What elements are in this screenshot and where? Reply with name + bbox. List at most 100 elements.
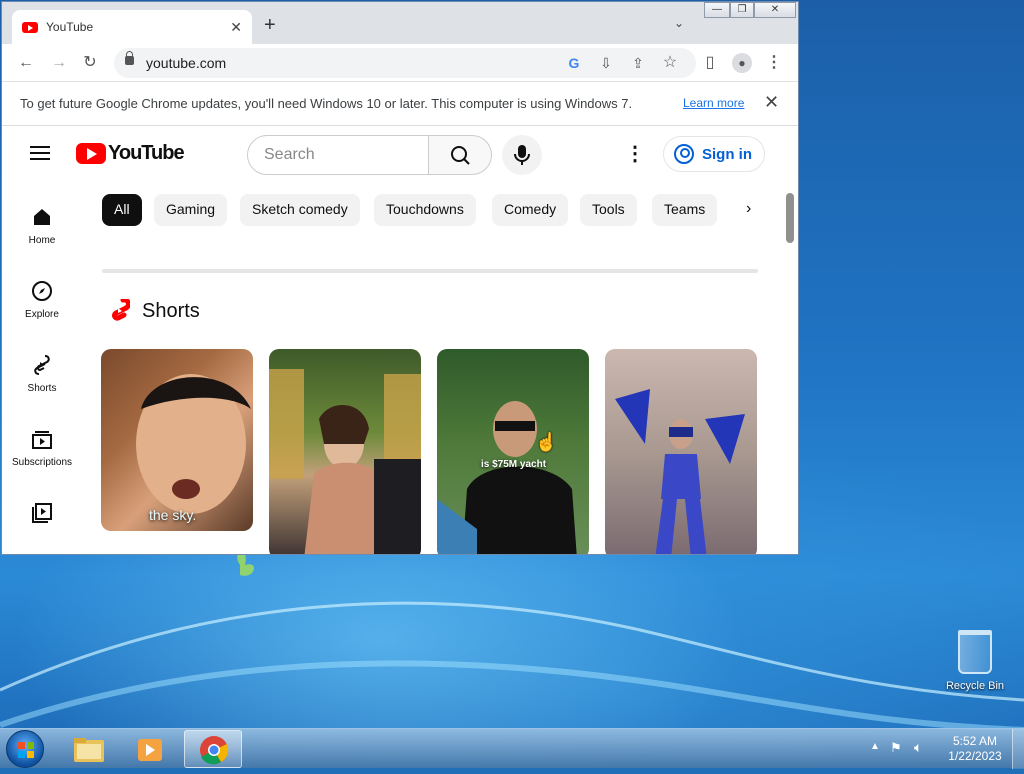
bookmark-star-icon[interactable]: ☆ [660,53,680,73]
recycle-bin-label: Recycle Bin [945,680,1005,692]
tab-title: YouTube [46,20,94,34]
start-button[interactable] [6,730,44,768]
short-thumbnail-image [269,369,421,554]
search-input[interactable]: Search [247,135,429,175]
sign-in-button[interactable]: Sign in [663,136,765,172]
install-app-icon[interactable]: ⇩ [596,53,616,73]
settings-menu-icon[interactable]: ⋮ [624,143,646,167]
tab-youtube[interactable]: YouTube ✕ [12,10,252,44]
clock-date: 1/22/2023 [948,749,1002,763]
sidebar-item-subscriptions[interactable]: Subscriptions [2,427,82,468]
shorts-title: Shorts [142,299,200,322]
back-icon[interactable]: ← [16,53,36,73]
tab-close-icon[interactable]: ✕ [230,19,242,36]
youtube-page: YouTube Search ⋮ Sign in Home Explore Sh… [2,127,798,554]
shorts-icon [30,353,54,377]
window-close-button[interactable]: ✕ [754,2,796,18]
infobar-close-icon[interactable]: ✕ [764,92,779,113]
chip-gaming[interactable]: Gaming [154,194,228,226]
search-icon [451,146,470,165]
folder-icon [74,738,104,762]
sidebar-label-home: Home [28,235,56,246]
share-icon[interactable]: ⇪ [628,53,648,73]
youtube-favicon-icon [22,21,38,33]
recycle-bin[interactable]: Recycle Bin [940,630,1010,692]
wallpaper-swoosh [0,551,1024,730]
chip-comedy[interactable]: Comedy [492,194,569,226]
chip-touchdowns[interactable]: Touchdowns [374,194,476,226]
chip-sketch-comedy[interactable]: Sketch comedy [240,194,360,226]
compass-icon [30,279,54,303]
taskbar-chrome-button[interactable] [184,730,242,768]
section-divider [102,269,758,273]
sign-in-label: Sign in [702,145,752,163]
clock-time: 5:52 AM [952,734,998,748]
chips-next-chevron-icon[interactable]: › [746,200,751,218]
voice-search-button[interactable] [502,135,542,175]
system-tray: ▲ ⚑ 🔈︎ 5:52 AM 1/22/2023 [866,729,1024,769]
media-player-icon [138,739,162,761]
lock-icon [125,51,134,65]
shorts-logo-icon [112,299,130,321]
short-thumbnail[interactable] [605,349,757,554]
chip-all[interactable]: All [102,194,142,226]
minimize-button[interactable]: — [704,2,730,18]
update-infobar: To get future Google Chrome updates, you… [2,82,798,126]
chrome-window: YouTube ✕ + ⌄ — ❐ ✕ ← → ↻ youtube.com G … [1,1,799,555]
short-thumbnail-image [437,401,577,554]
show-desktop-button[interactable] [1012,729,1024,769]
youtube-play-icon [76,143,106,164]
account-icon [674,144,694,164]
shorts-section-header: Shorts [110,299,200,323]
home-icon [30,205,54,229]
short-thumbnail-image [136,374,251,514]
short-thumbnail[interactable] [269,349,421,554]
chip-tools[interactable]: Tools [580,194,637,226]
taskbar-explorer-button[interactable] [60,730,118,768]
google-lens-icon[interactable]: G [564,53,584,73]
action-center-flag-icon[interactable]: ⚑ [890,740,902,756]
forward-icon[interactable]: → [49,53,69,73]
learn-more-link[interactable]: Learn more [683,96,744,110]
chrome-menu-icon[interactable]: ⋮ [764,53,784,73]
sidebar-item-explore[interactable]: Explore [2,279,82,320]
sidebar-item-home[interactable]: Home [2,205,82,246]
page-scrollbar[interactable] [786,193,794,243]
recycle-bin-icon [958,630,992,674]
short-thumbnail[interactable]: the sky. [101,349,253,531]
library-icon [30,501,54,525]
sidebar-item-shorts[interactable]: Shorts [2,353,82,394]
guide-menu-icon[interactable] [30,146,50,160]
browser-toolbar: ← → ↻ youtube.com G ⇩ ⇪ ☆ ▯ ● ⋮ [2,44,798,82]
tab-search-chevron-icon[interactable]: ⌄ [674,16,684,30]
clock[interactable]: 5:52 AM 1/22/2023 [940,734,1010,764]
taskbar-media-player-button[interactable] [122,730,180,768]
taskbar: ▲ ⚑ 🔈︎ 5:52 AM 1/22/2023 [0,728,1024,769]
short-caption: is $75M yacht [481,459,547,470]
url-text: youtube.com [146,55,227,71]
new-tab-button[interactable]: + [264,15,276,35]
infobar-message: To get future Google Chrome updates, you… [20,96,633,111]
sidebar-item-library[interactable] [2,501,82,531]
sidebar-label-shorts: Shorts [27,383,57,394]
subscriptions-icon [30,427,54,451]
chip-teams[interactable]: Teams [652,194,718,226]
short-caption: the sky. [149,507,197,523]
volume-icon[interactable]: 🔈︎ [914,739,922,756]
sidebar-label-subscriptions: Subscriptions [11,457,73,468]
short-thumbnail[interactable]: is $75M yacht [437,349,589,554]
address-bar[interactable]: youtube.com G ⇩ ⇪ ☆ [114,48,696,78]
mouse-cursor-hand-icon: ☝ [535,432,558,452]
filter-chips: All Gaming Sketch comedy Touchdowns Come… [100,194,740,228]
chrome-icon [200,736,229,765]
microphone-icon [514,145,530,165]
windows-logo-icon [18,742,34,758]
tray-overflow-chevron-icon[interactable]: ▲ [870,741,880,752]
side-panel-icon[interactable]: ▯ [700,53,720,73]
youtube-logo[interactable]: YouTube [76,142,185,165]
search-button[interactable] [428,135,492,175]
restore-button[interactable]: ❐ [730,2,754,18]
short-thumbnail-image [615,389,745,554]
profile-icon[interactable]: ● [732,53,752,73]
reload-icon[interactable]: ↻ [80,53,100,73]
